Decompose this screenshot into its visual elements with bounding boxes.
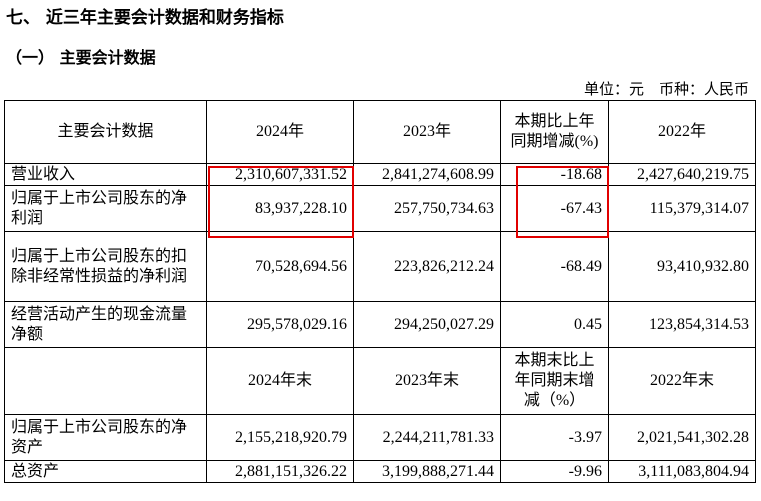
value-change: -68.49: [500, 231, 609, 302]
value-2023: 3,199,888,271.44: [353, 460, 501, 483]
table-row: 营业收入 2,310,607,331.52 2,841,274,608.99 -…: [4, 163, 756, 186]
value-2022: 115,379,314.07: [608, 185, 756, 232]
table-row: 归属于上市公司股东的净资产 2,155,218,920.79 2,244,211…: [4, 414, 756, 461]
table-row: 经营活动产生的现金流量净额 295,578,029.16 294,250,027…: [4, 301, 756, 348]
row-label: 总资产: [4, 460, 207, 483]
value-2022: 2,427,640,219.75: [608, 163, 756, 186]
row-label: 归属于上市公司股东的净资产: [4, 414, 207, 461]
header-2024: 2024年: [206, 100, 354, 164]
accounting-data-table: 主要会计数据 2024年 2023年 本期比上年同期增减(%) 2022年 营业…: [4, 100, 756, 483]
value-2024: 295,578,029.16: [206, 301, 354, 348]
value-2023: 223,826,212.24: [353, 231, 501, 302]
header-2022: 2022年: [608, 100, 756, 164]
value-2024: 2,881,151,326.22: [206, 460, 354, 483]
table-header-row-2: 2024年末 2023年末 本期末比上年同期末增减（%） 2022年末: [4, 347, 756, 415]
value-2024: 2,310,607,331.52: [206, 163, 354, 186]
value-change: -67.43: [500, 185, 609, 232]
row-label: 归属于上市公司股东的净利润: [4, 185, 207, 232]
header2-2023: 2023年末: [353, 347, 501, 415]
header2-2022: 2022年末: [608, 347, 756, 415]
header-item: 主要会计数据: [4, 100, 207, 164]
table-row: 归属于上市公司股东的净利润 83,937,228.10 257,750,734.…: [4, 185, 756, 232]
table-row: 总资产 2,881,151,326.22 3,199,888,271.44 -9…: [4, 460, 756, 483]
value-2022: 93,410,932.80: [608, 231, 756, 302]
row-label: 归属于上市公司股东的扣除非经常性损益的净利润: [4, 231, 207, 302]
value-change: -18.68: [500, 163, 609, 186]
value-change: -3.97: [500, 414, 609, 461]
row-label: 经营活动产生的现金流量净额: [4, 301, 207, 348]
header2-item: [4, 347, 207, 415]
value-2024: 2,155,218,920.79: [206, 414, 354, 461]
value-2022: 2,021,541,302.28: [608, 414, 756, 461]
header2-2024: 2024年末: [206, 347, 354, 415]
value-2024: 83,937,228.10: [206, 185, 354, 232]
row-label: 营业收入: [4, 163, 207, 186]
value-2022: 3,111,083,804.94: [608, 460, 756, 483]
value-change: 0.45: [500, 301, 609, 348]
header2-change: 本期末比上年同期末增减（%）: [500, 347, 609, 415]
subsection-title: （一） 主要会计数据: [6, 48, 156, 67]
value-2022: 123,854,314.53: [608, 301, 756, 348]
table-row: 归属于上市公司股东的扣除非经常性损益的净利润 70,528,694.56 223…: [4, 231, 756, 302]
section-title: 七、 近三年主要会计数据和财务指标: [6, 8, 284, 28]
value-2024: 70,528,694.56: [206, 231, 354, 302]
header-2023: 2023年: [353, 100, 501, 164]
value-change: -9.96: [500, 460, 609, 483]
value-2023: 2,244,211,781.33: [353, 414, 501, 461]
header-change: 本期比上年同期增减(%): [500, 100, 609, 164]
value-2023: 257,750,734.63: [353, 185, 501, 232]
value-2023: 294,250,027.29: [353, 301, 501, 348]
value-2023: 2,841,274,608.99: [353, 163, 501, 186]
unit-currency-line: 单位：元 币种：人民币: [583, 80, 749, 98]
table-header-row: 主要会计数据 2024年 2023年 本期比上年同期增减(%) 2022年: [4, 100, 756, 164]
